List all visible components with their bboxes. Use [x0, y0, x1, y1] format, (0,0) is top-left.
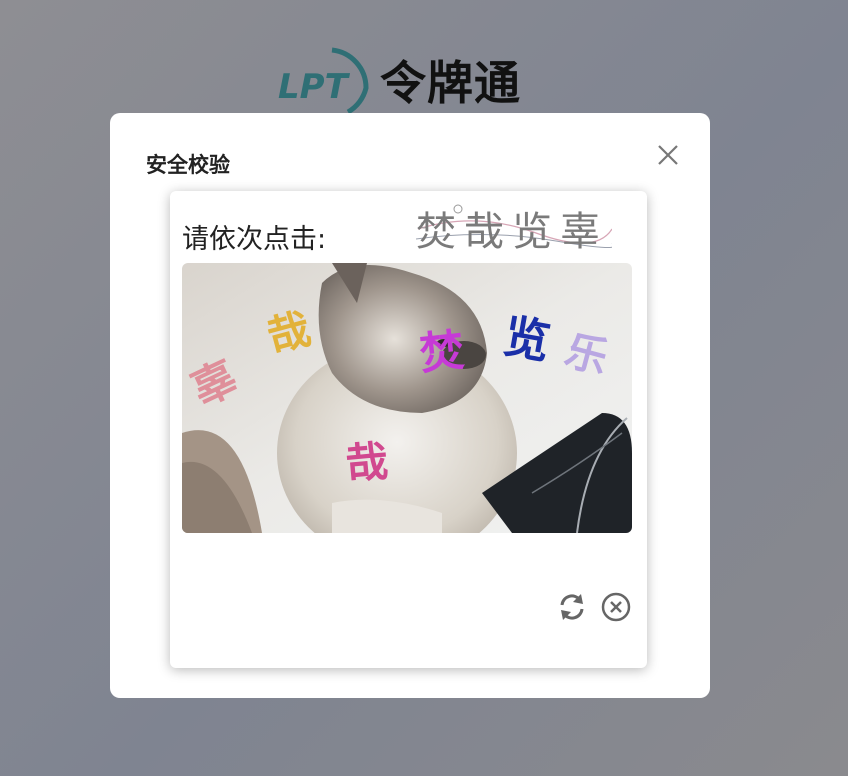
captcha-target-chars: 焚 哉 览 辜: [416, 204, 612, 255]
image-char-1: 焚: [417, 325, 466, 380]
brand-header: LPT 令牌通: [276, 46, 521, 114]
refresh-icon[interactable]: [556, 591, 588, 623]
brand-name: 令牌通: [380, 56, 521, 110]
image-char-3: 览: [500, 309, 555, 370]
security-check-dialog: 安全校验 请依次点击: 焚 哉 览 辜 焚 哉 览 辜 哉 乐: [110, 113, 710, 698]
dialog-title: 安全校验: [146, 153, 230, 177]
captcha-prompt: 请依次点击:: [182, 224, 327, 255]
click-captcha-panel: 请依次点击: 焚 哉 览 辜 焚 哉 览 辜 哉 乐: [170, 191, 647, 668]
image-char-5: 哉: [344, 436, 390, 488]
target-char-2: 哉: [464, 209, 504, 255]
logo-text: LPT: [278, 67, 351, 107]
lpt-logo: LPT: [278, 47, 369, 114]
target-char-4: 辜: [560, 209, 600, 255]
target-char-1: 焚: [416, 209, 456, 255]
cancel-icon[interactable]: [600, 591, 632, 623]
captcha-image[interactable]: 焚 哉 览 辜 哉 乐: [182, 263, 632, 533]
target-char-3: 览: [512, 209, 552, 255]
close-icon[interactable]: [654, 141, 682, 169]
